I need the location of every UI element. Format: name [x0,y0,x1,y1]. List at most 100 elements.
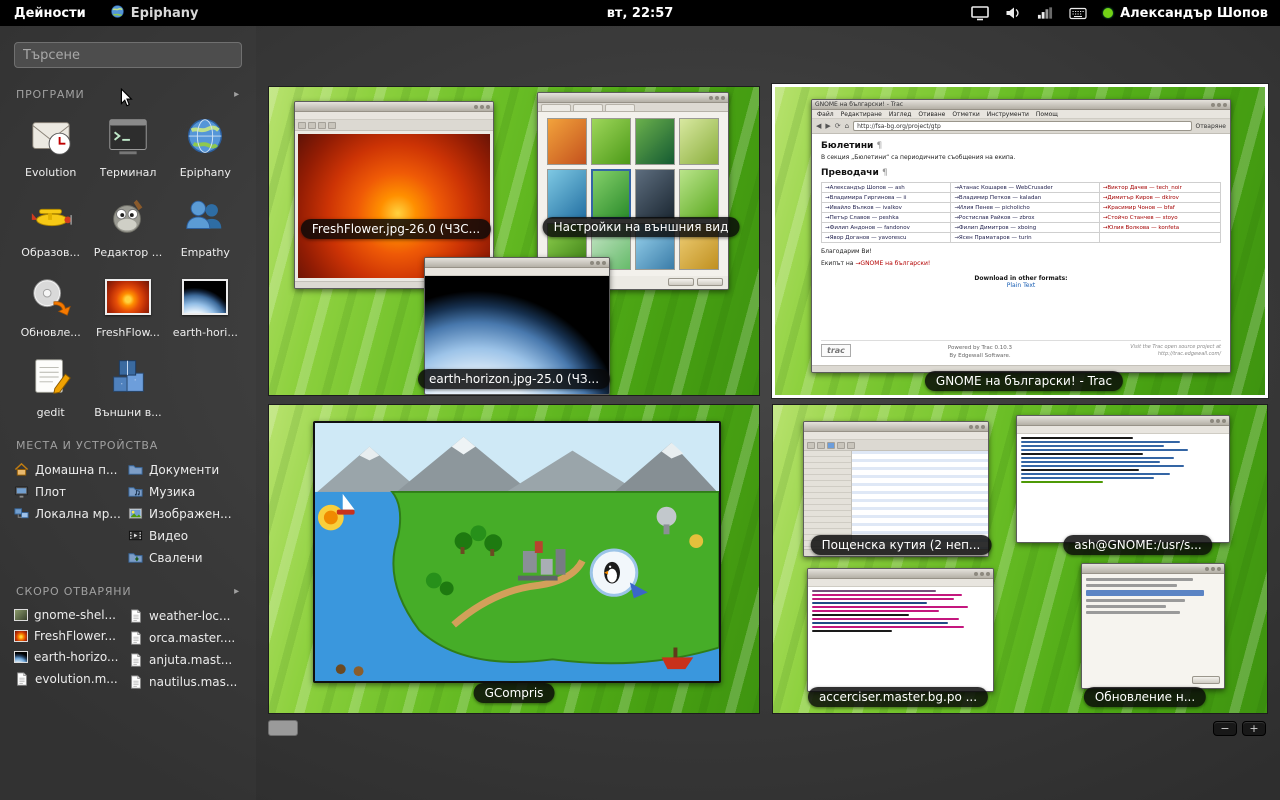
menu-tools[interactable]: Инструменти [987,111,1029,118]
recent-expand-icon[interactable]: ▸ [234,586,240,597]
programs-expand-icon[interactable]: ▸ [234,89,240,100]
recent-section-header: СКОРО ОТВАРЯНИ ▸ [16,585,240,598]
plain-text-link[interactable]: Plain Text [1007,282,1035,289]
recent-item[interactable]: orca.master.... [128,630,242,645]
recent-item[interactable]: anjuta.mast... [128,652,242,667]
workspace-indicator[interactable] [268,720,298,736]
reload-icon[interactable]: ⟳ [835,123,841,130]
page-heading: Преводачи [821,168,879,178]
gedit-icon [25,351,77,403]
app-external-volumes[interactable]: Външни в... [91,351,164,419]
place-desktop[interactable]: Плот [14,484,128,499]
add-workspace-button[interactable]: + [1242,721,1266,736]
place-label: Музика [149,485,195,499]
display-icon[interactable] [971,6,989,21]
window-gcompris[interactable] [313,421,721,683]
app-freshflower-file[interactable]: FreshFlow... [91,271,164,339]
place-downloads[interactable]: Свалени [128,550,242,565]
team-link[interactable]: →GNOME на български! [855,260,930,267]
app-gedit[interactable]: gedit [14,351,87,419]
home-icon[interactable]: ⌂ [845,123,849,130]
window-label: ash@GNOME:/usr/s... [1063,535,1212,555]
menu-bookmarks[interactable]: Отметки [952,111,979,118]
app-label: Empathy [181,246,230,259]
mini-titlebar [804,422,988,432]
team-line: Екипът на →GNOME на български! [821,260,1221,267]
gimp-icon [102,191,154,243]
activities-button[interactable]: Дейности [0,0,100,26]
url-field[interactable]: http://fsa-bg.org/project/gtp [853,121,1191,131]
recent-item[interactable]: FreshFlower... [14,629,128,643]
window-terminal[interactable] [1016,415,1230,543]
place-documents[interactable]: Документи [128,462,242,477]
place-music[interactable]: Музика [128,484,242,499]
app-label: earth-hori... [173,326,238,339]
window-epiphany-trac[interactable]: GNOME на български! - Trac Файл Редактир… [811,99,1231,373]
app-gcompris[interactable]: Образов... [14,191,87,259]
app-empathy[interactable]: Empathy [169,191,242,259]
screenshot-thumbnail-icon [14,609,28,621]
back-icon[interactable]: ◀ [816,123,821,130]
pilcrow-mark: ¶ [882,168,888,178]
recent-item[interactable]: evolution.m... [14,671,128,686]
window-label: Настройки на външния вид [543,217,740,237]
keyboard-icon[interactable] [1069,7,1087,20]
place-home[interactable]: Домашна п... [14,462,128,477]
app-earth-file[interactable]: earth-hori... [169,271,242,339]
menu-go[interactable]: Отиване [918,111,945,118]
workspace-4[interactable]: Пощенска кутия (2 неп... ash@GNOME:/usr/… [772,404,1268,714]
app-epiphany[interactable]: Epiphany [169,111,242,179]
place-videos[interactable]: Видео [128,528,242,543]
text-file-icon [128,630,143,645]
window-gedit-po[interactable] [807,568,994,692]
freshflower-photo-icon [102,271,154,323]
mini-menubar [1017,426,1229,434]
app-gimp[interactable]: Редактор ... [91,191,164,259]
remove-workspace-button[interactable]: − [1213,721,1237,736]
app-label: Обновле... [21,326,81,339]
recent-label: earth-horizo... [34,650,118,664]
go-button[interactable]: Отваряне [1196,123,1226,130]
recent-item[interactable]: weather-loc... [128,608,242,623]
place-label: Документи [149,463,219,477]
earth-photo-icon [179,271,231,323]
user-menu[interactable]: Александър Шопов [1103,6,1268,21]
window-label: FreshFlower.jpg-26.0 (ЧЗС... [301,219,491,239]
place-local-network[interactable]: Локална мр... [14,506,128,521]
terminal-icon [102,111,154,163]
workspace-2-active[interactable]: GNOME на български! - Trac Файл Редактир… [772,84,1268,398]
recent-item[interactable]: nautilus.mas... [128,674,242,689]
menu-help[interactable]: Помощ [1036,111,1058,118]
menu-edit[interactable]: Редактиране [841,111,882,118]
recent-title: СКОРО ОТВАРЯНИ [16,585,131,598]
recent-item[interactable]: earth-horizo... [14,650,128,664]
workspace-3[interactable]: GCompris [268,404,760,714]
workspace-1[interactable]: FreshFlower.jpg-26.0 (ЧЗС... Настройки н… [268,86,760,396]
recent-item[interactable]: gnome-shel... [14,608,128,622]
network-signal-icon[interactable] [1037,6,1053,20]
page-paragraph: В секция „Бюлетини“ са периодичните съоб… [821,154,1221,161]
mini-toolbar [295,120,493,131]
forward-icon[interactable]: ▶ [825,123,830,130]
mini-titlebar [808,569,993,579]
downloads-icon [128,550,143,565]
app-label: gedit [37,406,65,419]
place-label: Плот [35,485,66,499]
app-evolution[interactable]: Evolution [14,111,87,179]
app-indicator[interactable]: Epiphany [100,0,209,26]
update-button [1192,676,1220,684]
volume-icon[interactable] [1005,6,1021,20]
menu-file[interactable]: Файл [817,111,834,118]
place-label: Локална мр... [35,507,121,521]
recent-label: gnome-shel... [34,608,116,622]
window-software-update[interactable] [1081,563,1225,689]
app-terminal[interactable]: Терминал [91,111,164,179]
app-software-update[interactable]: Обновле... [14,271,87,339]
trac-visit-note: Visit the Trac open source project at ht… [1109,344,1221,358]
menu-view[interactable]: Изглед [889,111,912,118]
settings-tabs [538,103,728,112]
search-input[interactable] [14,42,242,68]
recent-label: nautilus.mas... [149,675,237,689]
clock[interactable]: вт, 22:57 [607,6,674,21]
place-pictures[interactable]: Изображен... [128,506,242,521]
